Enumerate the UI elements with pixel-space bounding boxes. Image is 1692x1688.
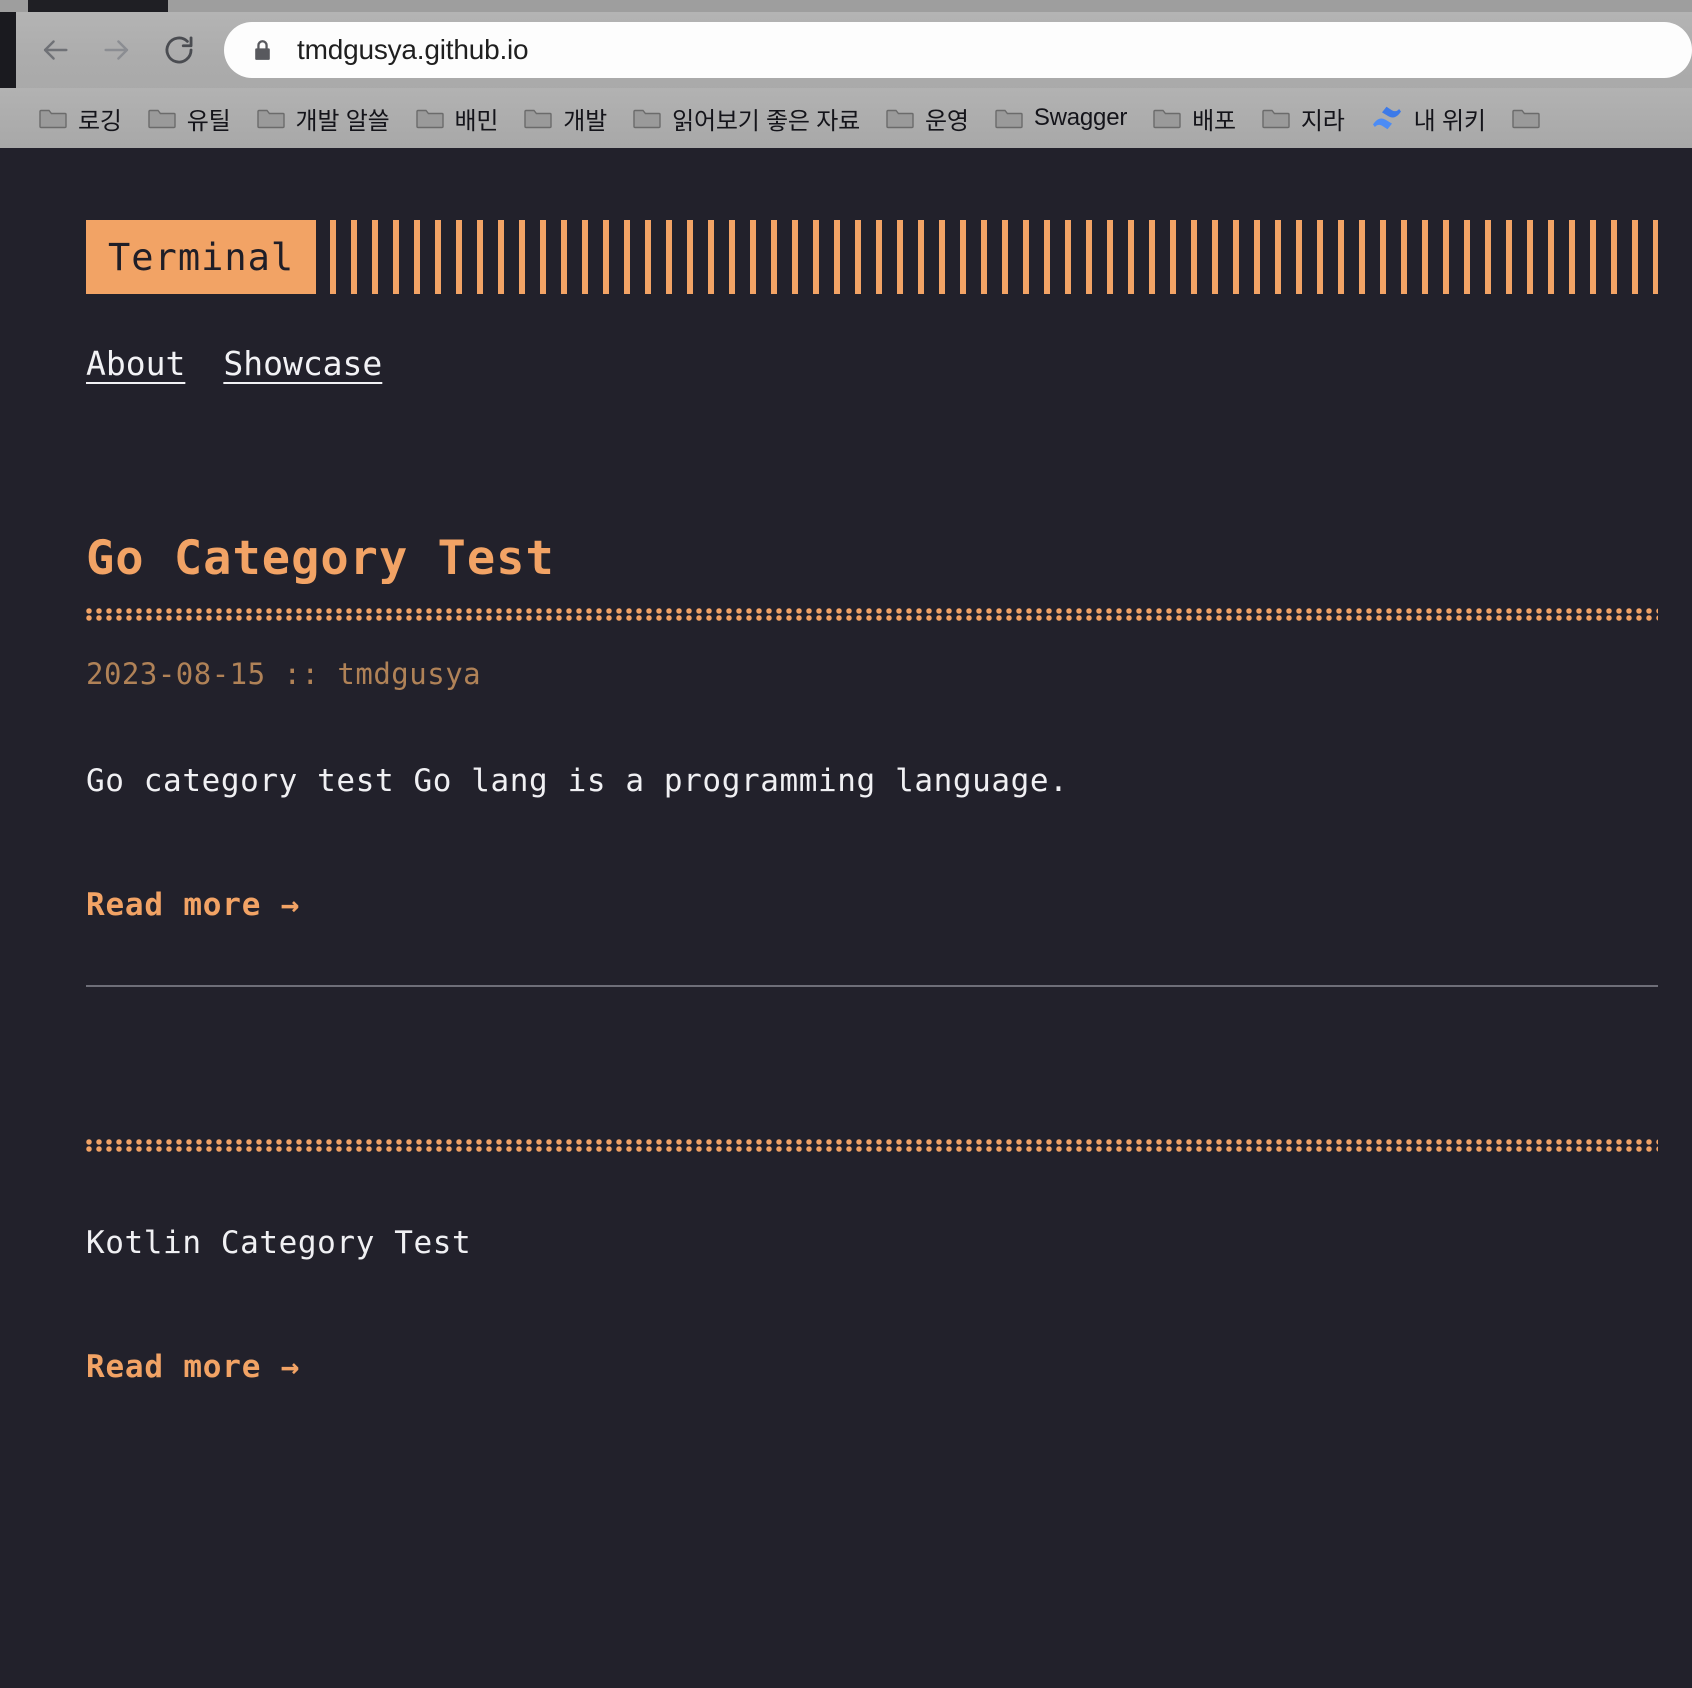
url-text: tmdgusya.github.io	[297, 34, 529, 65]
bookmark-item[interactable]	[1499, 96, 1564, 140]
bookmark-item[interactable]: 로깅	[26, 96, 135, 140]
header-stripes-decoration	[330, 220, 1658, 294]
bookmark-item[interactable]: 유틸	[135, 96, 244, 140]
tab-strip	[0, 0, 1692, 12]
arrow-left-icon	[38, 33, 72, 67]
bookmarks-bar: 로깅 유틸 개발 알쓸 배민 개발 읽어보기 좋은 자료 운영 Swagger …	[0, 88, 1692, 148]
folder-icon	[1262, 106, 1290, 130]
bookmark-label: 로깅	[78, 107, 122, 135]
bookmark-item[interactable]: 지라	[1249, 96, 1358, 140]
post-meta: 2023-08-15 :: tmdgusya	[86, 657, 482, 691]
bookmark-item[interactable]: 운영	[873, 96, 982, 140]
bookmark-item[interactable]: 배포	[1140, 96, 1249, 140]
post-dotted-divider	[86, 608, 1658, 622]
site-masthead: Terminal	[86, 220, 1658, 294]
confluence-icon	[1371, 104, 1403, 132]
nav-link-about[interactable]: About	[86, 344, 185, 383]
bookmark-item[interactable]: 읽어보기 좋은 자료	[620, 96, 873, 140]
reload-button[interactable]	[148, 19, 210, 81]
back-button[interactable]	[24, 19, 86, 81]
folder-icon	[633, 106, 661, 130]
forward-button[interactable]	[86, 19, 148, 81]
bookmark-label: 개발 알쓸	[295, 107, 390, 135]
bookmark-label: 내 위키	[1413, 107, 1486, 135]
browser-toolbar: tmdgusya.github.io	[0, 12, 1692, 88]
post-separator	[86, 984, 1658, 987]
bookmark-label: 유틸	[186, 107, 231, 135]
bookmark-item[interactable]: 내 위키	[1358, 96, 1499, 140]
post-dotted-divider	[86, 1138, 1658, 1153]
browser-tab[interactable]	[28, 0, 168, 12]
post-excerpt: Kotlin Category Test	[86, 1224, 472, 1261]
folder-icon	[524, 106, 552, 130]
lock-icon	[250, 38, 275, 63]
browser-chrome: tmdgusya.github.io 로깅 유틸 개발 알쓸 배민 개발 읽어보…	[0, 0, 1692, 148]
arrow-right-icon	[100, 33, 134, 67]
folder-icon	[886, 106, 914, 130]
bookmark-label: 운영	[925, 107, 969, 135]
bookmark-item[interactable]: 개발	[511, 96, 620, 140]
folder-icon	[1153, 106, 1181, 130]
bookmark-item[interactable]: 개발 알쓸	[244, 96, 403, 140]
bookmark-label: 읽어보기 좋은 자료	[672, 107, 861, 135]
bookmark-label: 배민	[454, 107, 499, 135]
reload-icon	[162, 33, 196, 67]
bookmark-label: 배포	[1192, 107, 1236, 135]
site-logo[interactable]: Terminal	[86, 220, 317, 294]
folder-icon	[415, 106, 444, 130]
read-more-link[interactable]: Read more →	[86, 1349, 300, 1385]
post-excerpt: Go category test Go lang is a programmin…	[86, 763, 1069, 799]
post-list: Go Category Test 2023-08-15 :: tmdgusya …	[86, 531, 1658, 1385]
read-more-link[interactable]: Read more →	[86, 887, 300, 923]
bookmark-label: Swagger	[1033, 104, 1128, 131]
post-spacer	[86, 987, 1658, 1139]
site-nav: About Showcase	[86, 344, 1658, 383]
folder-icon	[995, 106, 1023, 130]
site-page: Terminal About Showcase Go Category Test…	[0, 148, 1692, 1688]
bookmark-label: 개발	[563, 107, 608, 135]
post-title[interactable]: Go Category Test	[86, 531, 555, 586]
bookmark-item[interactable]: Swagger	[982, 96, 1140, 140]
nav-link-showcase[interactable]: Showcase	[223, 344, 382, 383]
address-bar[interactable]: tmdgusya.github.io	[224, 22, 1692, 78]
folder-icon	[256, 106, 285, 130]
post-item: Go Category Test 2023-08-15 :: tmdgusya …	[86, 531, 1658, 987]
post-item: Kotlin Category Test Read more →	[86, 1138, 1658, 1385]
folder-icon	[39, 106, 67, 130]
folder-icon	[1512, 106, 1540, 130]
bookmark-item[interactable]: 배민	[403, 96, 512, 140]
folder-icon	[148, 106, 176, 130]
bookmark-label: 지라	[1300, 107, 1345, 135]
